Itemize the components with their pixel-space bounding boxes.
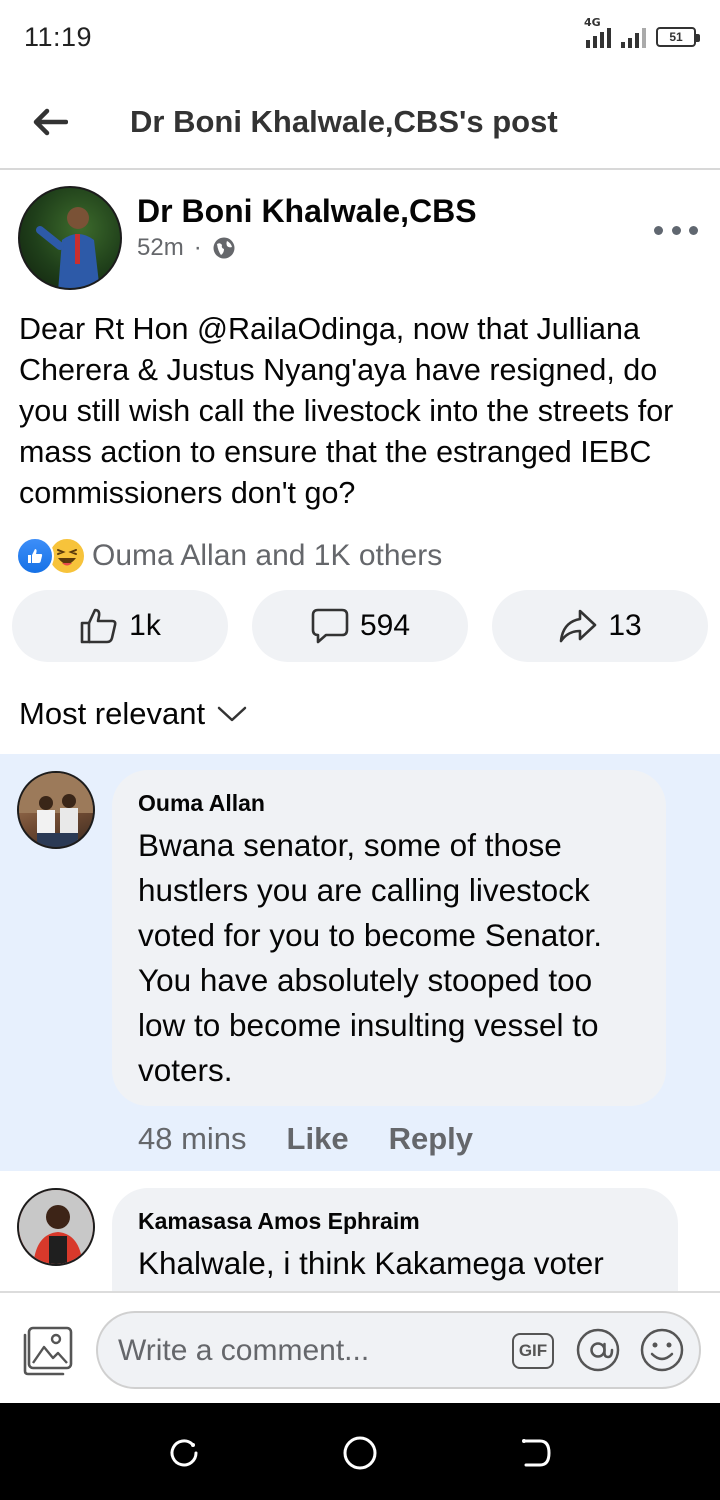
- thumbs-up-icon: [80, 608, 117, 644]
- system-navigation-bar: [0, 1403, 720, 1500]
- comment-text: Khalwale, i think Kakamega voter: [138, 1245, 604, 1281]
- comment-bubble-icon: [311, 608, 349, 644]
- post-author-name[interactable]: Dr Boni Khalwale,CBS: [137, 193, 477, 230]
- comment-reply-button[interactable]: Reply: [389, 1121, 473, 1157]
- cellular-signal-2-icon: [621, 26, 646, 48]
- comment-input-placeholder: Write a comment...: [118, 1334, 370, 1367]
- back-nav-button[interactable]: [518, 1435, 554, 1471]
- sort-label: Most relevant: [19, 696, 206, 731]
- add-photo-button[interactable]: [20, 1325, 74, 1377]
- comment-author[interactable]: Kamasasa Amos Ephraim: [138, 1208, 652, 1235]
- page-title: Dr Boni Khalwale,CBS's post: [130, 104, 558, 139]
- post-time[interactable]: 52m: [137, 234, 184, 262]
- status-bar: 11:19 4G 51: [0, 0, 720, 78]
- comment-bubble[interactable]: Ouma Allan Bwana senator, some of those …: [112, 770, 666, 1106]
- mention-button[interactable]: [576, 1328, 620, 1372]
- chevron-down-icon: [217, 706, 247, 722]
- commenter-avatar[interactable]: [17, 771, 95, 849]
- like-count: 1k: [129, 609, 161, 642]
- comment-input[interactable]: Write a comment... GIF: [96, 1311, 701, 1389]
- emoji-button[interactable]: [640, 1328, 684, 1372]
- post-action-bar: 1k 594 13: [12, 590, 708, 662]
- post-author-avatar[interactable]: [18, 186, 122, 290]
- post-options-button[interactable]: [654, 218, 698, 242]
- reactions-text: Ouma Allan and 1K others: [92, 539, 443, 572]
- comment-time: 48 mins: [138, 1121, 247, 1156]
- comment-text: Bwana senator, some of those hustlers yo…: [138, 827, 603, 1088]
- status-time: 11:19: [24, 22, 93, 52]
- battery-level: 51: [669, 30, 683, 44]
- gif-label: GIF: [518, 1341, 548, 1360]
- network-type-label: 4G: [584, 16, 601, 29]
- comment-like-button[interactable]: Like: [287, 1121, 349, 1157]
- cellular-signal-icon: 4G: [584, 16, 611, 48]
- more-dots-icon: [654, 225, 663, 235]
- at-sign-icon: [576, 1328, 620, 1372]
- share-button[interactable]: 13: [492, 590, 708, 662]
- home-button[interactable]: [342, 1435, 378, 1471]
- gif-button[interactable]: GIF: [512, 1333, 554, 1369]
- like-reaction-icon: [16, 537, 54, 575]
- commenter-avatar[interactable]: [17, 1188, 95, 1266]
- comment-sort-dropdown[interactable]: Most relevant: [19, 694, 247, 734]
- smiley-icon: [640, 1328, 684, 1372]
- reactions-summary[interactable]: Ouma Allan and 1K others: [16, 534, 442, 578]
- recents-icon: [170, 1439, 198, 1467]
- recent-apps-button[interactable]: [166, 1435, 202, 1471]
- back-button[interactable]: [22, 94, 78, 150]
- comment-count: 594: [359, 609, 411, 642]
- globe-icon: [213, 237, 235, 259]
- share-arrow-icon: [560, 609, 597, 643]
- comment-composer: Write a comment... GIF: [0, 1291, 720, 1403]
- comment-actions: 48 mins Like Reply: [138, 1121, 473, 1157]
- post-text: Dear Rt Hon @RailaOdinga, now that Julli…: [19, 312, 674, 510]
- battery-icon: 51: [656, 27, 700, 47]
- home-circle-icon: [343, 1436, 377, 1470]
- person-silhouette-icon: [36, 207, 100, 288]
- back-nav-icon: [522, 1439, 551, 1467]
- photo-icon: [23, 1326, 73, 1376]
- share-count: 13: [608, 609, 642, 642]
- person-photo-icon: [19, 1190, 93, 1264]
- comment-button[interactable]: 594: [252, 590, 468, 662]
- post-meta: 52m ·: [137, 234, 236, 262]
- meta-separator: ·: [193, 234, 202, 261]
- like-button[interactable]: 1k: [12, 590, 228, 662]
- comment-author[interactable]: Ouma Allan: [138, 790, 640, 817]
- arrow-left-icon: [33, 108, 68, 136]
- status-icons: 4G 51: [584, 16, 700, 52]
- page-header: Dr Boni Khalwale,CBS's post: [0, 78, 720, 170]
